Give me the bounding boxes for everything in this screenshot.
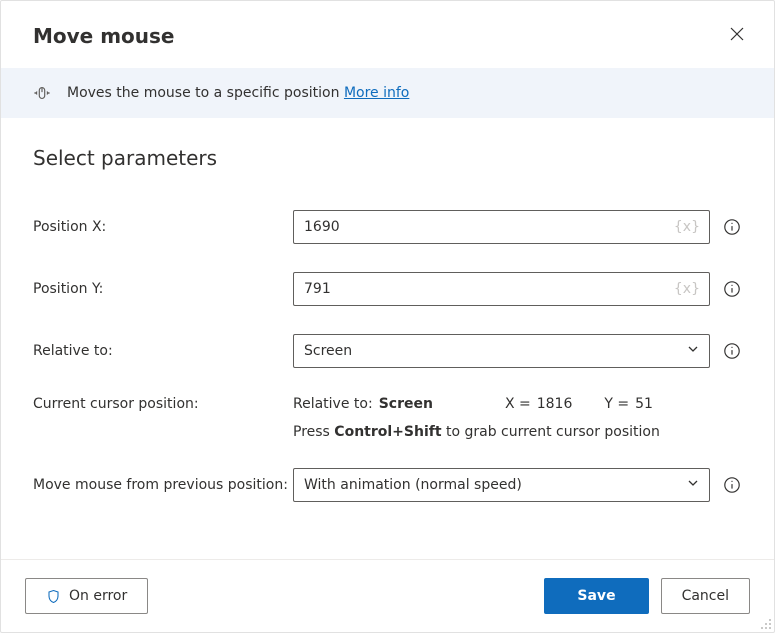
dialog-title: Move mouse xyxy=(33,24,175,48)
select-relative-to-value: Screen xyxy=(304,343,352,359)
info-icon[interactable] xyxy=(722,475,742,495)
info-icon[interactable] xyxy=(722,279,742,299)
move-mouse-dialog: Move mouse Moves the mouse to a specific… xyxy=(0,0,775,633)
info-banner: Moves the mouse to a specific position M… xyxy=(1,68,774,118)
cursor-x-value: 1816 xyxy=(537,396,573,412)
row-position-x: Position X: {x} xyxy=(33,210,742,244)
cursor-y-value: 51 xyxy=(635,396,653,412)
chevron-down-icon xyxy=(687,343,699,359)
label-position-y: Position Y: xyxy=(33,281,293,297)
info-icon[interactable] xyxy=(722,341,742,361)
chevron-down-icon xyxy=(687,477,699,493)
select-move-mode-value: With animation (normal speed) xyxy=(304,477,522,493)
cursor-relative-value: Screen xyxy=(379,396,433,412)
row-current-cursor: Current cursor position: Relative to: Sc… xyxy=(33,396,742,440)
banner-text: Moves the mouse to a specific position M… xyxy=(67,85,409,101)
label-relative-to: Relative to: xyxy=(33,343,293,359)
input-position-y[interactable] xyxy=(293,272,710,306)
dialog-header: Move mouse xyxy=(1,1,774,68)
row-position-y: Position Y: {x} xyxy=(33,272,742,306)
shield-icon xyxy=(46,589,61,604)
row-move-mode: Move mouse from previous position: With … xyxy=(33,468,742,502)
cursor-position-readout: Relative to: Screen X = 1816 Y = 51 xyxy=(293,396,742,412)
parameters-form: Position X: {x} Position Y: {x} xyxy=(1,182,774,502)
label-position-x: Position X: xyxy=(33,219,293,235)
select-move-mode[interactable]: With animation (normal speed) xyxy=(293,468,710,502)
mouse-move-icon xyxy=(33,84,51,102)
close-icon xyxy=(730,27,744,44)
info-icon[interactable] xyxy=(722,217,742,237)
label-current-cursor: Current cursor position: xyxy=(33,396,293,412)
section-title: Select parameters xyxy=(33,146,742,170)
on-error-button[interactable]: On error xyxy=(25,578,148,614)
cancel-button[interactable]: Cancel xyxy=(661,578,750,614)
select-relative-to[interactable]: Screen xyxy=(293,334,710,368)
row-relative-to: Relative to: Screen xyxy=(33,334,742,368)
close-button[interactable] xyxy=(724,21,750,50)
save-button[interactable]: Save xyxy=(544,578,648,614)
more-info-link[interactable]: More info xyxy=(344,85,409,101)
label-move-mode: Move mouse from previous position: xyxy=(33,477,293,493)
input-position-x[interactable] xyxy=(293,210,710,244)
cursor-grab-hint: Press Control+Shift to grab current curs… xyxy=(293,424,742,440)
dialog-footer: On error Save Cancel xyxy=(1,559,774,632)
